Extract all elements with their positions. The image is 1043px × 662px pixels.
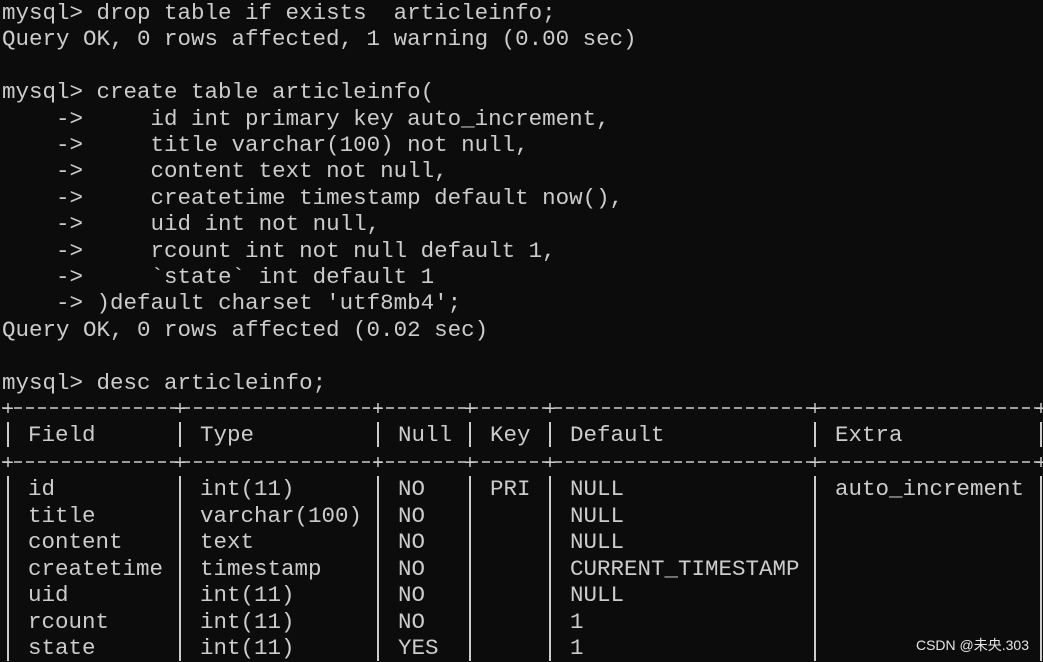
table-corner: +: [809, 453, 821, 476]
table-cell: int(11): [200, 582, 295, 608]
table-corner: +: [2, 453, 14, 476]
table-corner: +: [372, 453, 384, 476]
table-header-type: Type: [200, 422, 255, 448]
table-cell: CURRENT_TIMESTAMP: [570, 555, 800, 582]
table-cell: NULL: [570, 502, 625, 529]
table-cell: NULL: [570, 529, 625, 555]
terminal-window[interactable]: mysql> drop table if exists articleinfo;…: [0, 0, 1043, 661]
table-cell: varchar(100): [200, 502, 363, 529]
table-cell: rcount: [28, 608, 110, 635]
table-cell: PRI: [490, 476, 531, 502]
watermark: CSDN @未央.303: [915, 637, 1029, 653]
table-cell: NO: [398, 476, 426, 502]
table-cell: createtime: [28, 555, 164, 582]
table-cell: int(11): [200, 608, 295, 635]
table-corner: +: [372, 399, 384, 422]
table-cell: id: [28, 476, 56, 502]
table-corner: +: [544, 453, 556, 476]
table-corner: +: [464, 453, 476, 476]
table-cell: NO: [398, 608, 426, 635]
table-cell: NO: [398, 555, 426, 582]
table-cell: state: [28, 635, 96, 661]
table-header-field: Field: [28, 422, 96, 448]
table-cell: int(11): [200, 635, 295, 661]
table-cell: content: [28, 529, 123, 555]
table-cell: NULL: [570, 476, 625, 502]
table-corner: +: [1035, 453, 1043, 476]
table-cell: YES: [398, 635, 439, 661]
table-cell: text: [200, 529, 255, 555]
table-cell: timestamp: [200, 555, 322, 582]
table-cell: 1: [570, 635, 584, 661]
table-cell: int(11): [200, 476, 295, 502]
table-corner: +: [809, 399, 821, 422]
table-cell: NO: [398, 529, 426, 555]
table-cell: NO: [398, 582, 426, 608]
table-corner: +: [464, 399, 476, 422]
table-cell: auto_increment: [835, 476, 1025, 502]
table-corner: +: [174, 453, 186, 476]
table-header-null: Null: [398, 422, 453, 448]
table-cell: NULL: [570, 582, 625, 608]
table-header-key: Key: [490, 422, 531, 448]
table-header-default: Default: [570, 422, 665, 448]
table-corner: +: [174, 399, 186, 422]
table-corner: +: [2, 399, 14, 422]
table-cell: title: [28, 502, 96, 529]
table-corner: +: [1035, 399, 1043, 422]
table-cell: NO: [398, 502, 426, 529]
table-cell: 1: [570, 608, 584, 635]
table-cell: uid: [28, 582, 69, 608]
table-header-extra: Extra: [835, 422, 903, 448]
table-corner: +: [544, 399, 556, 422]
